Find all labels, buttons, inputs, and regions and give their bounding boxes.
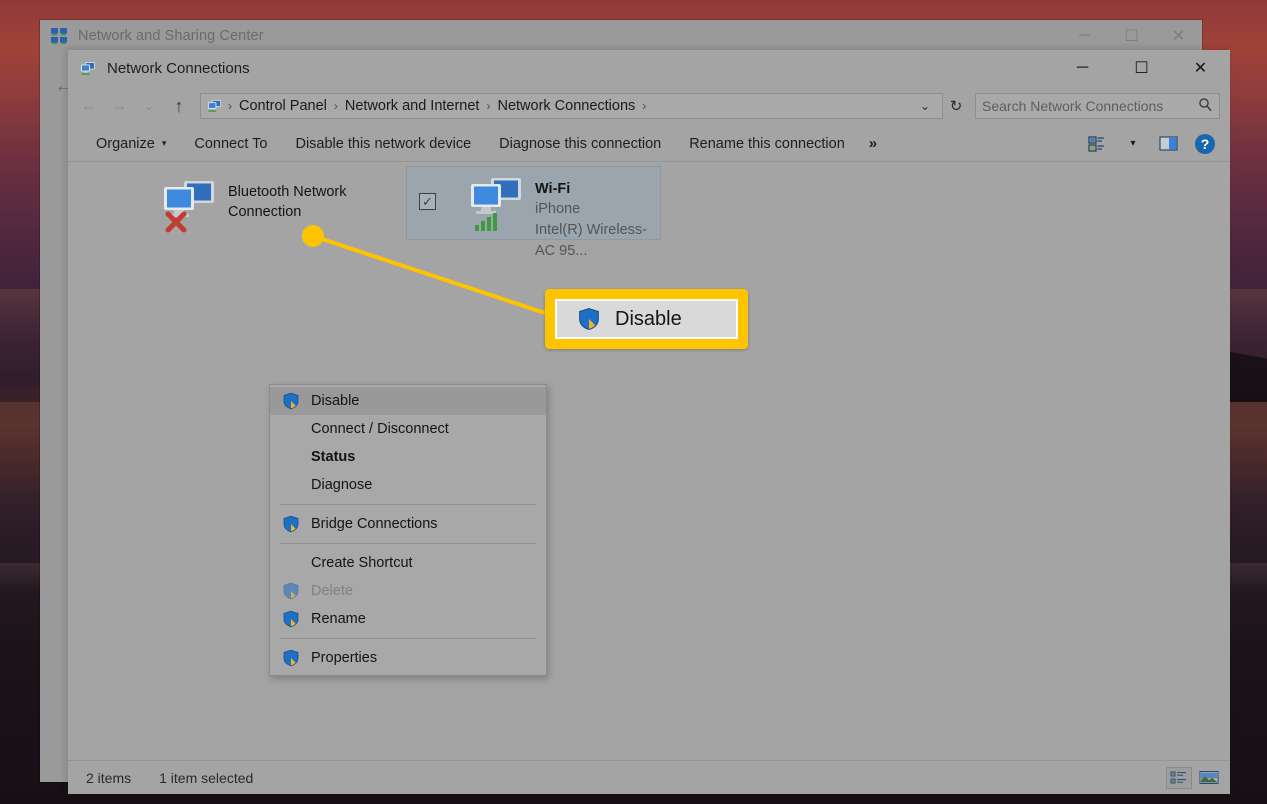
adapter-bluetooth-name: Bluetooth Network Connection (228, 184, 347, 220)
address-bar[interactable]: › Control Panel › Network and Internet ›… (200, 93, 943, 119)
minimize-button[interactable]: ─ (1053, 50, 1112, 86)
toolbar-overflow-button[interactable]: » (859, 135, 887, 152)
back-button[interactable]: ← (74, 91, 104, 121)
context-menu[interactable]: Disable Connect / Disconnect Status Diag… (269, 384, 547, 676)
annotation-callout-inner: Disable (555, 299, 738, 339)
background-close-button[interactable]: ✕ (1155, 20, 1202, 52)
maximize-button[interactable]: ☐ (1112, 50, 1171, 86)
shield-icon (577, 307, 601, 331)
context-menu-separator-1 (280, 504, 536, 505)
toolbar-diagnose-button[interactable]: Diagnose this connection (485, 130, 675, 158)
change-view-icon[interactable] (1080, 129, 1114, 159)
status-item-count: 2 items (86, 769, 132, 786)
breadcrumb-network-connections[interactable]: Network Connections (491, 98, 641, 114)
help-icon[interactable]: ? (1188, 129, 1222, 159)
refresh-button[interactable]: ↻ (943, 93, 969, 119)
context-menu-label-properties: Properties (311, 650, 378, 666)
adapter-wi-fi[interactable]: ✓ Wi-Fi iPhone Intel(R) Wireless-AC 95..… (406, 166, 661, 259)
status-view-buttons[interactable] (1166, 766, 1222, 789)
context-menu-item-rename[interactable]: Rename (270, 605, 546, 633)
context-menu-label-diagnose: Diagnose (311, 477, 373, 493)
context-menu-separator-2 (280, 543, 536, 544)
network-connections-icon (80, 60, 97, 77)
address-bar-row[interactable]: ← → ⌄ ↑ › Control Panel › Network and In… (68, 86, 1230, 126)
toolbar-organize-button[interactable]: Organize ▾ (82, 130, 180, 158)
context-menu-item-properties[interactable]: Properties (270, 644, 546, 672)
adapter-wi-fi-meta: Wi-Fi iPhone Intel(R) Wireless-AC 95... (535, 175, 654, 262)
recent-locations-button[interactable]: ⌄ (134, 91, 164, 121)
network-adapter-disabled-icon (162, 178, 222, 234)
adapter-bluetooth-meta: Bluetooth Network Connection (228, 178, 403, 222)
background-window-controls[interactable]: ─ ☐ ✕ (1061, 20, 1202, 52)
shield-icon (282, 515, 300, 533)
search-placeholder: Search Network Connections (982, 98, 1164, 114)
large-icons-view-icon[interactable] (1196, 767, 1222, 789)
close-button[interactable]: ✕ (1171, 50, 1230, 86)
shield-icon (282, 649, 300, 667)
connections-list[interactable]: Bluetooth Network Connection ✓ Wi-Fi iPh… (68, 162, 1230, 760)
search-icon (1198, 97, 1213, 115)
adapter-wi-fi-checkbox[interactable]: ✓ (419, 193, 436, 210)
context-menu-separator-3 (280, 638, 536, 639)
background-maximize-button[interactable]: ☐ (1108, 20, 1155, 52)
annotation-callout-label: Disable (615, 307, 682, 330)
context-menu-label-rename: Rename (311, 611, 366, 627)
context-menu-label-bridge-connections: Bridge Connections (311, 516, 438, 532)
address-bar-icon (207, 98, 223, 114)
breadcrumb-network-and-internet[interactable]: Network and Internet (339, 98, 486, 114)
window-titlebar[interactable]: Network Connections ─ ☐ ✕ (68, 50, 1230, 86)
network-adapter-icon (469, 175, 529, 231)
context-menu-label-connect-disconnect: Connect / Disconnect (311, 421, 449, 437)
network-sharing-icon (50, 27, 68, 45)
network-sharing-center-title: Network and Sharing Center (78, 28, 264, 44)
annotation-callout: Disable (545, 289, 748, 349)
shield-icon (282, 582, 300, 600)
toolbar-rename-button[interactable]: Rename this connection (675, 130, 859, 158)
context-menu-label-status: Status (311, 449, 356, 465)
address-bar-dropdown-icon[interactable]: ⌄ (912, 99, 938, 113)
preview-pane-icon[interactable] (1152, 129, 1186, 159)
search-input[interactable]: Search Network Connections (975, 93, 1220, 119)
context-menu-item-bridge-connections[interactable]: Bridge Connections (270, 510, 546, 538)
adapter-wi-fi-detail: Intel(R) Wireless-AC 95... (535, 222, 647, 259)
toolbar-disable-device-button[interactable]: Disable this network device (281, 130, 485, 158)
chevron-down-icon: ▾ (161, 138, 167, 148)
toolbar-right-group[interactable]: ▾ ? (1080, 129, 1222, 159)
change-view-dropdown-icon[interactable]: ▾ (1116, 129, 1150, 159)
context-menu-label-disable: Disable (311, 393, 360, 409)
svg-text:?: ? (1201, 136, 1210, 152)
breadcrumb-separator-3[interactable]: › (641, 99, 647, 113)
context-menu-item-status[interactable]: Status (270, 443, 546, 471)
adapter-wi-fi-subtitle: iPhone (535, 201, 581, 217)
details-view-icon[interactable] (1166, 766, 1192, 789)
context-menu-item-delete: Delete (270, 577, 546, 605)
context-menu-item-diagnose[interactable]: Diagnose (270, 471, 546, 499)
checkmark-icon: ✓ (422, 193, 433, 209)
context-menu-label-create-shortcut: Create Shortcut (311, 555, 413, 571)
up-button[interactable]: ↑ (164, 91, 194, 121)
window-controls[interactable]: ─ ☐ ✕ (1053, 50, 1230, 86)
context-menu-item-connect-disconnect[interactable]: Connect / Disconnect (270, 415, 546, 443)
context-menu-label-delete: Delete (311, 583, 353, 599)
network-connections-window[interactable]: Network Connections ─ ☐ ✕ ← → ⌄ ↑ › Cont… (68, 50, 1230, 794)
context-menu-item-disable[interactable]: Disable (270, 387, 546, 415)
breadcrumb-control-panel[interactable]: Control Panel (233, 98, 333, 114)
background-minimize-button[interactable]: ─ (1061, 20, 1108, 52)
status-selection: 1 item selected (159, 769, 254, 786)
shield-icon (282, 610, 300, 628)
context-menu-item-create-shortcut[interactable]: Create Shortcut (270, 549, 546, 577)
toolbar-organize-label: Organize (96, 135, 155, 152)
adapter-wi-fi-name: Wi-Fi (535, 181, 571, 197)
window-title: Network Connections (107, 59, 250, 77)
network-sharing-center-titlebar[interactable]: Network and Sharing Center ─ ☐ ✕ (40, 20, 1202, 52)
toolbar-connect-to-button[interactable]: Connect To (180, 130, 281, 158)
shield-icon (282, 392, 300, 410)
adapter-bluetooth-network-connection[interactable]: Bluetooth Network Connection (156, 170, 411, 242)
forward-button[interactable]: → (104, 91, 134, 121)
status-bar: 2 items 1 item selected (68, 760, 1230, 794)
command-toolbar[interactable]: Organize ▾ Connect To Disable this netwo… (68, 126, 1230, 162)
